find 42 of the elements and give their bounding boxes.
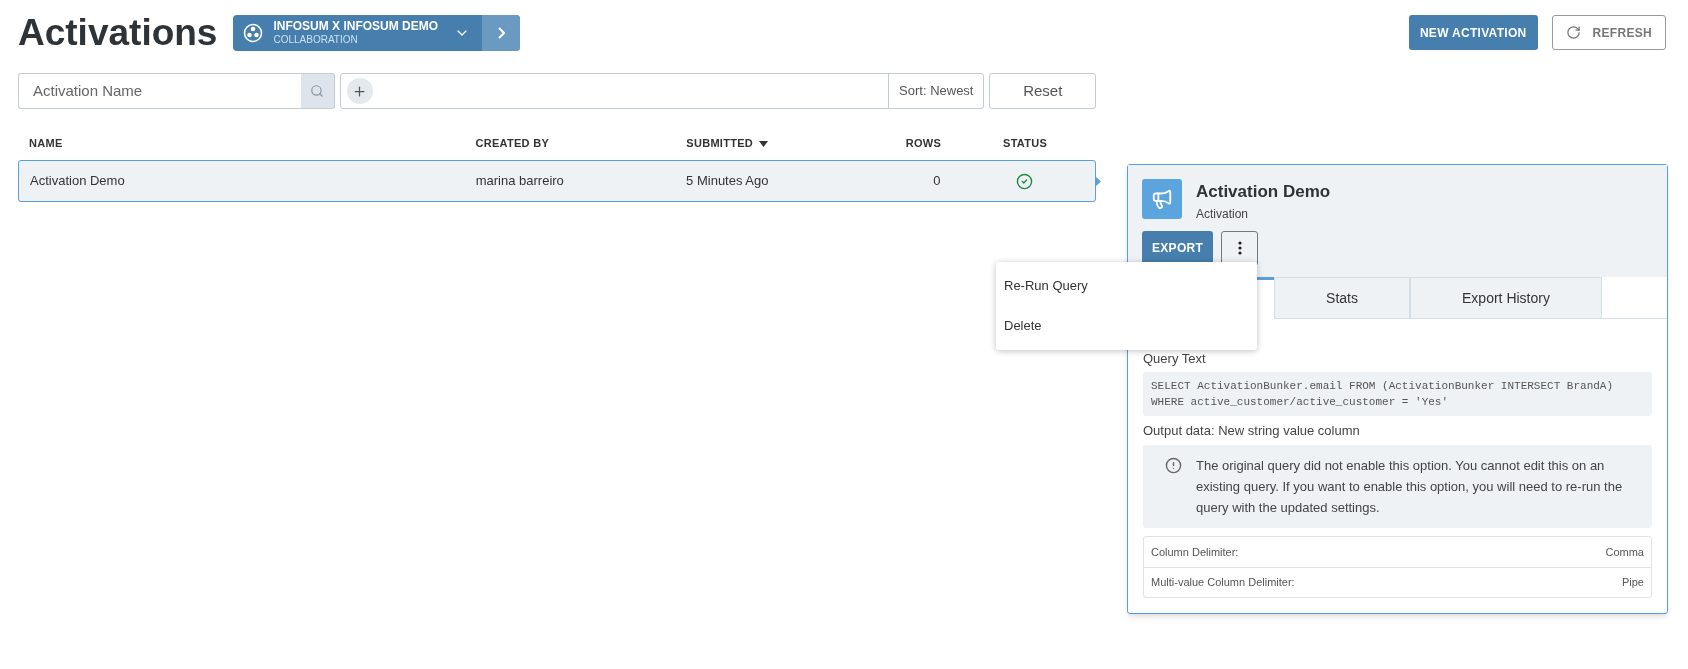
detail-tab[interactable]: Stats bbox=[1274, 277, 1410, 319]
new-activation-button[interactable]: NEW ACTIVATION bbox=[1408, 15, 1538, 50]
sort-descending-icon bbox=[759, 140, 768, 147]
chevron-right-icon bbox=[497, 26, 505, 39]
detail-subtitle: Activation bbox=[1196, 205, 1250, 223]
query-label: Query Text bbox=[1143, 350, 1207, 368]
collaboration-icon bbox=[243, 22, 264, 43]
table-cell-text: Activation Demo bbox=[30, 172, 126, 191]
collaboration-selector[interactable]: INFOSUM X INFOSUM DEMO COLLABORATION bbox=[233, 14, 521, 51]
table-cell-text: 5 Minutes Ago bbox=[686, 172, 770, 191]
table-cell-text: 0 bbox=[932, 172, 941, 191]
column-header[interactable]: STATUS bbox=[965, 135, 1085, 152]
setting-label: Column Delimiter: bbox=[1151, 544, 1239, 560]
output-label: Output data: New string value column bbox=[1143, 421, 1361, 440]
page-title: Activations bbox=[18, 14, 218, 51]
megaphone-icon bbox=[1151, 188, 1173, 210]
column-header[interactable]: SUBMITTED bbox=[686, 135, 877, 152]
sort-dropdown[interactable]: Sort: Newest bbox=[888, 74, 984, 108]
notice-text: The original query did not enable this option. You cannot edit this on an existing query. If you want to enable this option, you will need to re-run the query with the updated settings. bbox=[1196, 457, 1624, 517]
column-header[interactable]: CREATED BY bbox=[475, 135, 687, 152]
alert-icon bbox=[1165, 457, 1182, 474]
refresh-icon bbox=[1565, 25, 1581, 40]
query-text: SELECT ActivationBunker.email FROM (ActivationBunker INTERSECT BrandA) WHERE active_customer/active_customer = 'Yes' bbox=[1143, 371, 1652, 416]
detail-tab[interactable]: Export History bbox=[1410, 277, 1602, 319]
reset-button[interactable]: Reset bbox=[989, 73, 1096, 109]
next-button[interactable] bbox=[482, 14, 521, 51]
detail-title: Activation Demo bbox=[1196, 181, 1331, 203]
pointer-icon bbox=[1096, 177, 1101, 186]
setting-value: Comma bbox=[1605, 544, 1644, 560]
add-filter-button[interactable] bbox=[346, 78, 373, 104]
refresh-button[interactable]: REFRESH bbox=[1551, 15, 1666, 50]
collaboration-type: COLLABORATION bbox=[273, 33, 358, 47]
more-icon bbox=[1237, 241, 1242, 255]
table-cell-text: marina barreiro bbox=[475, 172, 565, 191]
setting-value: Pipe bbox=[1621, 575, 1644, 591]
menu-item[interactable]: Delete bbox=[996, 306, 1257, 346]
plus-icon bbox=[352, 83, 367, 99]
column-header[interactable]: ROWS bbox=[876, 135, 942, 152]
column-header[interactable]: NAME bbox=[29, 135, 476, 152]
collaboration-name: INFOSUM X INFOSUM DEMO bbox=[273, 18, 439, 34]
menu-item[interactable]: Re-Run Query bbox=[996, 266, 1257, 306]
setting-label: Multi-value Column Delimiter: bbox=[1151, 575, 1295, 591]
